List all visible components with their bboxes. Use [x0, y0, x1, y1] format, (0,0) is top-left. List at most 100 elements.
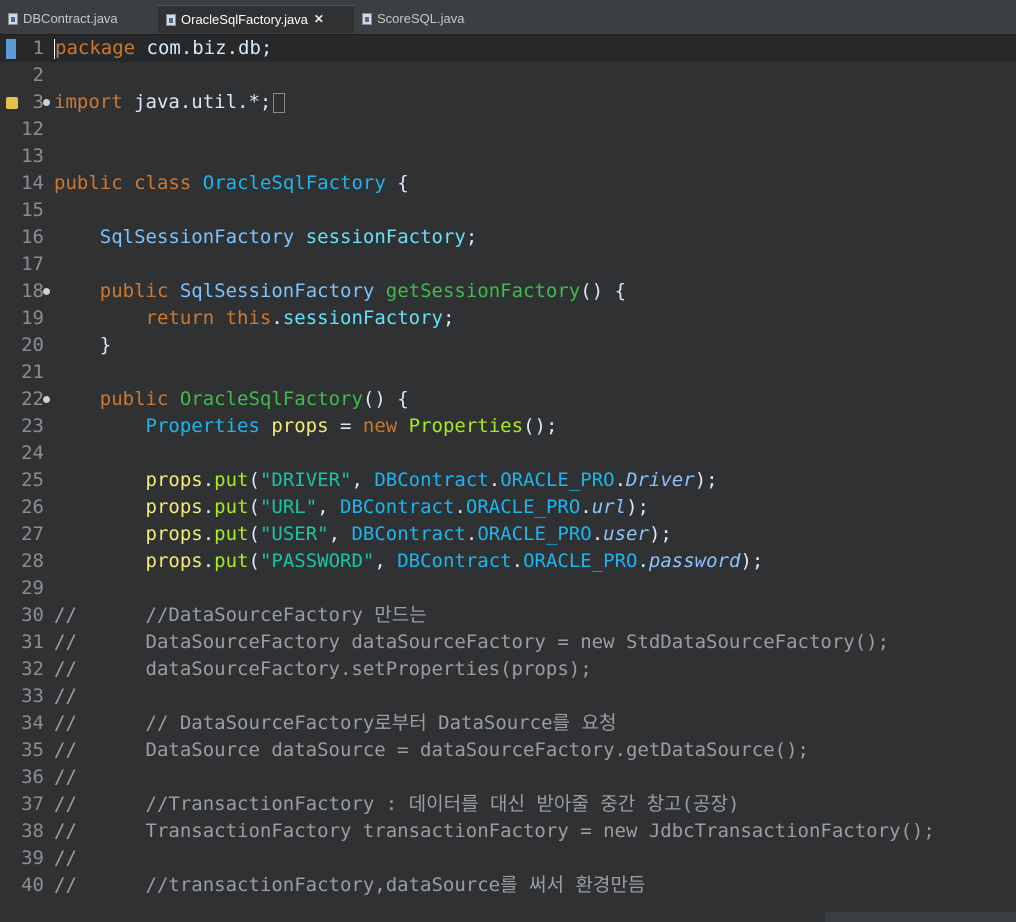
code-token: // // DataSourceFactory로부터 DataSource를 요… — [54, 712, 617, 734]
code-line[interactable]: 18 public SqlSessionFactory getSessionFa… — [0, 278, 1016, 305]
code-token: = — [328, 415, 363, 437]
code-line[interactable]: 28 props.put("PASSWORD", DBContract.ORAC… — [0, 548, 1016, 575]
fold-toggle-icon[interactable] — [43, 288, 50, 295]
code-token: DBContract — [397, 550, 512, 572]
code-line[interactable]: 38 // TransactionFactory transactionFacto… — [0, 818, 1016, 845]
code-text: // //DataSourceFactory 만드는 — [54, 602, 427, 629]
code-line[interactable]: 21 — [0, 359, 1016, 386]
code-line[interactable]: 14 public class OracleSqlFactory { — [0, 170, 1016, 197]
code-text: // — [54, 764, 77, 791]
code-line[interactable]: 25 props.put("DRIVER", DBContract.ORACLE… — [0, 467, 1016, 494]
code-line[interactable]: 40 // //transactionFactory,dataSource를 써서… — [0, 872, 1016, 899]
tab-label: DBContract.java — [23, 11, 118, 26]
code-text: import java.util.*; — [54, 89, 286, 116]
code-line[interactable]: 3 import java.util.*; — [0, 89, 1016, 116]
warning-icon[interactable] — [6, 97, 18, 109]
code-line[interactable]: 32 // dataSourceFactory.setProperties(pro… — [0, 656, 1016, 683]
code-token: user — [603, 523, 649, 545]
collapsed-region-icon[interactable] — [273, 92, 286, 113]
code-line[interactable]: 33 // — [0, 683, 1016, 710]
code-line[interactable]: 31 // DataSourceFactory dataSourceFactory… — [0, 629, 1016, 656]
code-line[interactable]: 1 package com.biz.db; — [0, 35, 1016, 62]
code-line[interactable]: 34 // // DataSourceFactory로부터 DataSource를… — [0, 710, 1016, 737]
code-token: // — [54, 685, 77, 707]
line-number: 34 — [21, 712, 44, 734]
code-line[interactable]: 27 props.put("USER", DBContract.ORACLE_P… — [0, 521, 1016, 548]
code-line[interactable]: 24 — [0, 440, 1016, 467]
line-number: 19 — [21, 307, 44, 329]
code-token: com.biz.db; — [135, 37, 273, 59]
code-text: // //TransactionFactory : 데이터를 대신 받아줄 중간… — [54, 791, 739, 818]
tab-oraclesqlfactory[interactable]: OracleSqlFactory.java ✕ — [158, 5, 354, 33]
code-line[interactable]: 37 // //TransactionFactory : 데이터를 대신 받아줄 … — [0, 791, 1016, 818]
code-token: import — [54, 91, 123, 113]
code-token: return — [145, 307, 215, 329]
code-text: public OracleSqlFactory() { — [54, 386, 409, 413]
code-token: , — [328, 523, 352, 545]
code-line[interactable]: 29 — [0, 575, 1016, 602]
code-token: ); — [626, 496, 649, 518]
code-line[interactable]: 30 // //DataSourceFactory 만드는 — [0, 602, 1016, 629]
code-line[interactable]: 23 Properties props = new Properties(); — [0, 413, 1016, 440]
tab-scoresql[interactable]: ScoreSQL.java — [354, 5, 494, 32]
code-token: "URL" — [259, 496, 318, 518]
code-line[interactable]: 26 props.put("URL", DBContract.ORACLE_PR… — [0, 494, 1016, 521]
code-line[interactable]: 16 SqlSessionFactory sessionFactory; — [0, 224, 1016, 251]
java-file-icon — [362, 12, 372, 25]
code-token: "USER" — [259, 523, 329, 545]
code-token: this — [225, 307, 272, 329]
code-line[interactable]: 36 // — [0, 764, 1016, 791]
code-token: props — [271, 415, 329, 437]
code-line[interactable]: 2 — [0, 62, 1016, 89]
line-number: 16 — [21, 226, 44, 248]
code-token: url — [591, 496, 627, 518]
code-text: package com.biz.db; — [54, 35, 272, 62]
code-text: // DataSource dataSource = dataSourceFac… — [54, 737, 809, 764]
code-line[interactable]: 20 } — [0, 332, 1016, 359]
code-line[interactable]: 39 // — [0, 845, 1016, 872]
code-token: ( — [248, 469, 260, 491]
code-line[interactable]: 17 — [0, 251, 1016, 278]
code-editor[interactable]: 1 package com.biz.db; 2 3 import java.util.*… — [0, 35, 1016, 922]
code-token: . — [511, 550, 524, 572]
code-token: . — [454, 496, 466, 518]
code-token: put — [214, 496, 249, 518]
code-token: , — [317, 496, 341, 518]
code-line[interactable]: 15 — [0, 197, 1016, 224]
line-number: 36 — [21, 766, 44, 788]
close-icon[interactable]: ✕ — [314, 6, 324, 33]
code-token: package — [55, 37, 136, 59]
line-number: 21 — [21, 361, 44, 383]
code-token: getSessionFactory — [385, 280, 581, 302]
code-token: ( — [248, 550, 260, 572]
code-line[interactable]: 13 — [0, 143, 1016, 170]
code-line[interactable]: 12 — [0, 116, 1016, 143]
code-line[interactable]: 35 // DataSource dataSource = dataSourceF… — [0, 737, 1016, 764]
fold-toggle-icon[interactable] — [43, 99, 50, 106]
tab-dbcontract[interactable]: DBContract.java — [0, 5, 158, 32]
line-number: 20 — [21, 334, 44, 356]
code-token: { — [385, 172, 409, 194]
code-token: props — [145, 523, 203, 545]
code-token: . — [465, 523, 478, 545]
fold-toggle-icon[interactable] — [43, 396, 50, 403]
code-line[interactable]: 19 return this.sessionFactory; — [0, 305, 1016, 332]
code-token: // //DataSourceFactory 만드는 — [54, 604, 427, 626]
code-token: DBContract — [351, 523, 466, 545]
code-token: password — [648, 550, 741, 572]
code-token: ; — [465, 226, 478, 248]
code-token: . — [637, 550, 649, 572]
line-number: 12 — [21, 118, 44, 140]
code-token: () { — [580, 280, 627, 302]
code-token: . — [271, 307, 283, 329]
code-token: new — [362, 415, 398, 437]
code-token: // DataSource dataSource = dataSourceFac… — [54, 739, 809, 761]
code-token: ( — [248, 523, 260, 545]
code-line[interactable]: 22 public OracleSqlFactory() { — [0, 386, 1016, 413]
code-token: . — [591, 523, 604, 545]
code-token: DBContract — [340, 496, 455, 518]
code-token: put — [214, 469, 249, 491]
